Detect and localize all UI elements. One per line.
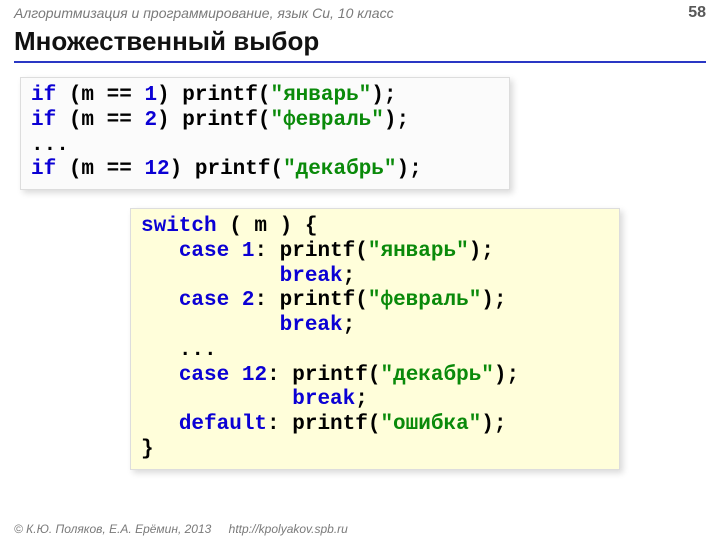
code-text: : printf( xyxy=(267,364,380,387)
code-text: (m == xyxy=(56,158,144,181)
code-text: (m == xyxy=(56,84,144,107)
indent xyxy=(141,388,292,411)
code-text: ) printf( xyxy=(170,158,283,181)
title-rule xyxy=(14,61,706,63)
course-name: Алгоритмизация и программирование, язык … xyxy=(14,5,394,21)
indent xyxy=(141,289,179,312)
indent xyxy=(141,240,179,263)
code-close-brace: } xyxy=(141,438,154,461)
code-text xyxy=(229,289,242,312)
copyright: © К.Ю. Поляков, Е.А. Ерёмин, 2013 xyxy=(14,522,211,536)
kw-break: break xyxy=(280,265,343,288)
code-text: ); xyxy=(397,158,422,181)
code-text xyxy=(229,364,242,387)
slide-footer: © К.Ю. Поляков, Е.А. Ерёмин, 2013 http:/… xyxy=(14,522,348,536)
kw-if: if xyxy=(31,158,56,181)
kw-break: break xyxy=(280,314,343,337)
code-str: "декабрь" xyxy=(380,364,493,387)
footer-url: http://kpolyakov.spb.ru xyxy=(229,522,348,536)
code-ellipsis: ... xyxy=(31,134,69,157)
code-num: 2 xyxy=(144,109,157,132)
code-text: ); xyxy=(469,240,494,263)
page-number: 58 xyxy=(688,4,706,22)
kw-case: case xyxy=(179,240,229,263)
code-text: : printf( xyxy=(267,413,380,436)
code-text: ) printf( xyxy=(157,84,270,107)
code-text: ; xyxy=(343,265,356,288)
code-str: "январь" xyxy=(368,240,469,263)
code-if-chain: if (m == 1) printf("январь"); if (m == 2… xyxy=(20,77,510,190)
code-text: : printf( xyxy=(254,289,367,312)
kw-break: break xyxy=(292,388,355,411)
indent xyxy=(141,314,280,337)
code-text: (m == xyxy=(56,109,144,132)
code-text: ); xyxy=(494,364,519,387)
code-str: "январь" xyxy=(270,84,371,107)
slide-title: Множественный выбор xyxy=(0,24,720,61)
code-str: "ошибка" xyxy=(380,413,481,436)
kw-switch: switch xyxy=(141,215,217,238)
code-text: : printf( xyxy=(254,240,367,263)
code-num: 1 xyxy=(144,84,157,107)
code-num: 12 xyxy=(144,158,169,181)
code-text: ); xyxy=(384,109,409,132)
code-text: ); xyxy=(481,289,506,312)
kw-if: if xyxy=(31,84,56,107)
code-switch: switch ( m ) { case 1: printf("январь");… xyxy=(130,208,620,470)
indent xyxy=(141,339,179,362)
code-str: "февраль" xyxy=(368,289,481,312)
code-num: 1 xyxy=(242,240,255,263)
code-text xyxy=(229,240,242,263)
code-text: ; xyxy=(343,314,356,337)
code-str: "декабрь" xyxy=(283,158,396,181)
slide-header: Алгоритмизация и программирование, язык … xyxy=(0,0,720,24)
code-num: 12 xyxy=(242,364,267,387)
kw-case: case xyxy=(179,364,229,387)
code-text: ); xyxy=(371,84,396,107)
code-str: "февраль" xyxy=(270,109,383,132)
kw-default: default xyxy=(179,413,267,436)
indent xyxy=(141,265,280,288)
code-text: ( m ) { xyxy=(217,215,330,238)
code-ellipsis: ... xyxy=(179,339,217,362)
indent xyxy=(141,413,179,436)
code-text: ) printf( xyxy=(157,109,270,132)
indent xyxy=(141,364,179,387)
code-text: ); xyxy=(481,413,506,436)
kw-case: case xyxy=(179,289,229,312)
code-num: 2 xyxy=(242,289,255,312)
code-text: ; xyxy=(355,388,368,411)
kw-if: if xyxy=(31,109,56,132)
